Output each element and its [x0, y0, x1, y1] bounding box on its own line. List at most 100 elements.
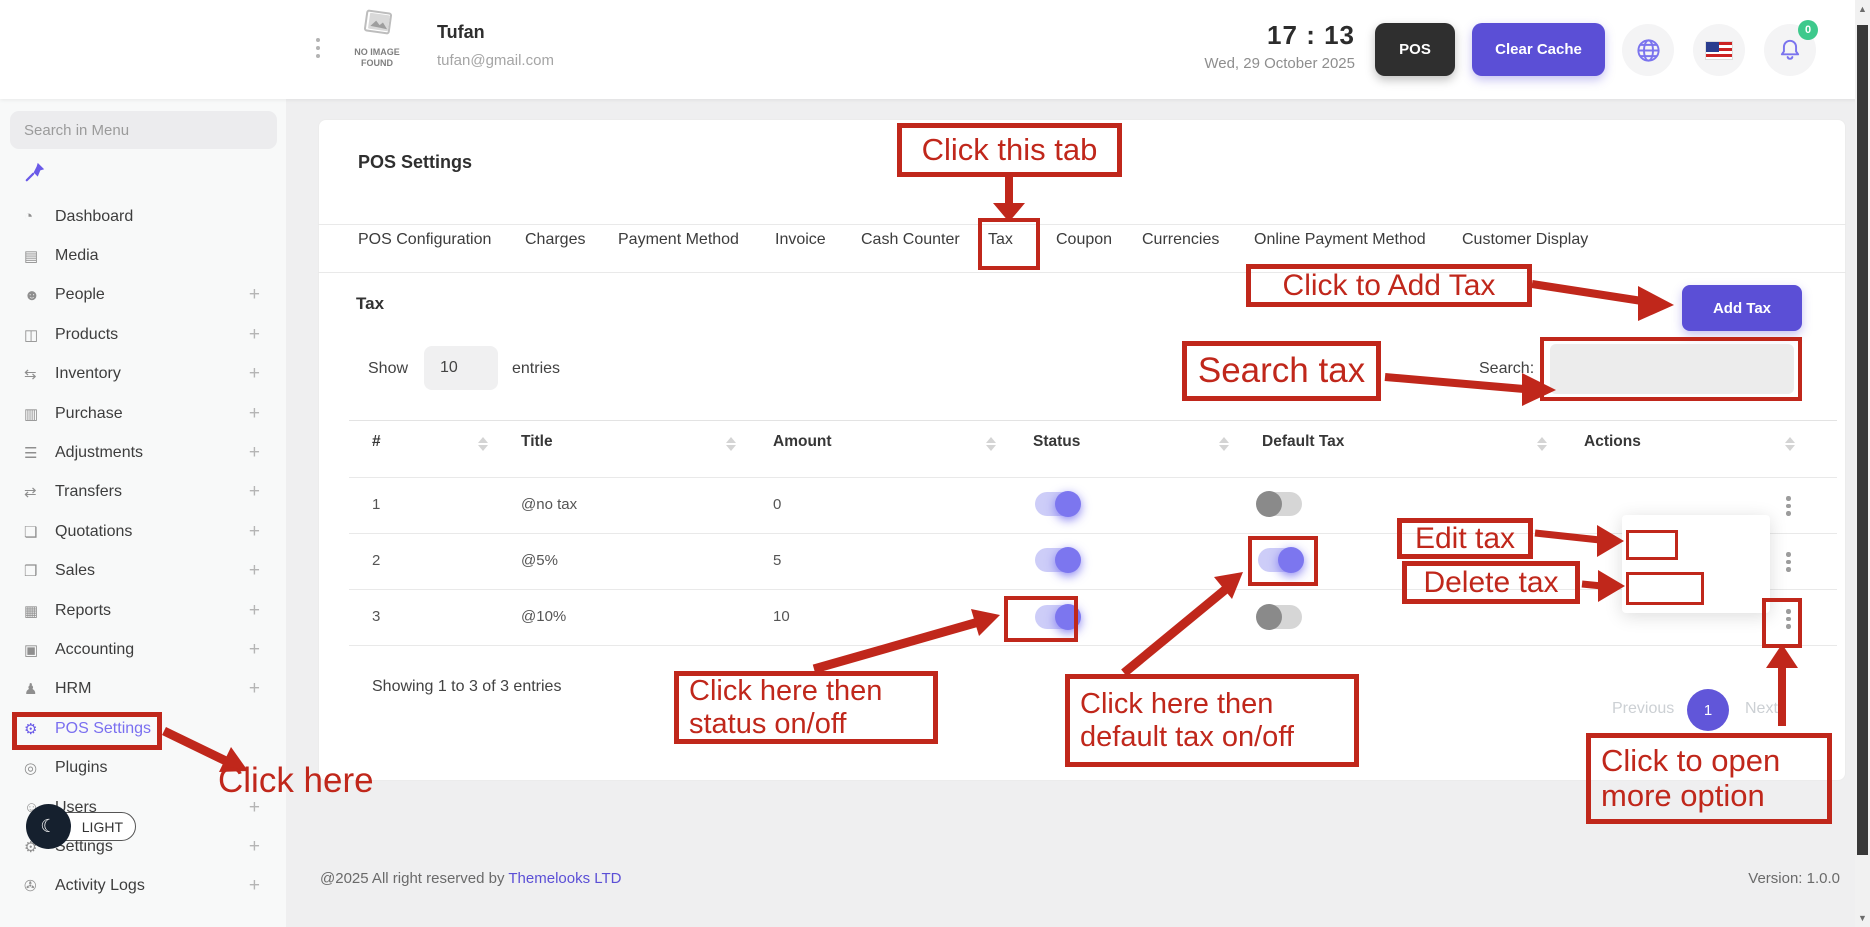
- toggle-knob: [1055, 491, 1081, 517]
- expand-plus-icon[interactable]: +: [249, 560, 260, 582]
- header-divider: [349, 477, 1837, 478]
- sidebar-item-inventory[interactable]: ⇆Inventory+: [0, 355, 286, 394]
- row-amount: 5: [773, 552, 781, 569]
- expand-plus-icon[interactable]: +: [249, 521, 260, 543]
- annotation-text: Click here then: [689, 675, 882, 707]
- sort-icon[interactable]: [1537, 437, 1547, 451]
- add-tax-button[interactable]: Add Tax: [1682, 285, 1802, 331]
- annotation-text: Click to open: [1601, 744, 1780, 779]
- sort-icon[interactable]: [1785, 437, 1795, 451]
- language-globe-button[interactable]: [1622, 24, 1674, 76]
- dark-mode-moon-icon[interactable]: ☾: [26, 804, 71, 849]
- themelooks-link[interactable]: Themelooks LTD: [508, 870, 621, 887]
- default-tax-toggle[interactable]: [1258, 605, 1302, 629]
- sidebar-item-products[interactable]: ◫Products+: [0, 315, 286, 354]
- tab-customer-display[interactable]: Customer Display: [1462, 231, 1588, 249]
- expand-plus-icon[interactable]: +: [249, 639, 260, 661]
- sidebar-item-quotations[interactable]: ❏Quotations +: [0, 512, 286, 551]
- quotations-icon: ❏: [24, 523, 55, 541]
- sidebar-item-reports[interactable]: ▦Reports+: [0, 591, 286, 630]
- annotation-text: Click here then: [1080, 688, 1273, 720]
- transfers-icon: ⇄: [24, 483, 55, 501]
- sidebar-item-transfers[interactable]: ⇄Transfers+: [0, 473, 286, 512]
- sidebar-item-label: Sales: [55, 562, 95, 580]
- pos-button[interactable]: POS: [1375, 23, 1455, 76]
- expand-plus-icon[interactable]: +: [249, 600, 260, 622]
- sidebar-item-accounting[interactable]: ▣Accounting+: [0, 630, 286, 669]
- sidebar-item-label: Dashboard: [55, 208, 133, 226]
- pin-icon[interactable]: [24, 161, 46, 188]
- scrollbar-down-arrow[interactable]: ▼: [1855, 913, 1870, 923]
- sort-icon[interactable]: [1219, 437, 1229, 451]
- avatar[interactable]: NO IMAGEFOUND: [346, 8, 408, 70]
- status-toggle[interactable]: [1035, 548, 1079, 572]
- page-scrollbar[interactable]: ▲ ▼: [1855, 0, 1870, 927]
- col-header-num[interactable]: #: [372, 433, 381, 451]
- sidebar-item-label: Products: [55, 326, 118, 344]
- row-actions-menu-icon[interactable]: [1782, 548, 1795, 576]
- copyright-label: @2025 All right reserved by: [320, 870, 508, 887]
- col-header-amount[interactable]: Amount: [773, 433, 832, 451]
- default-tax-toggle[interactable]: [1258, 492, 1302, 516]
- pagination-page-1[interactable]: 1: [1687, 689, 1729, 731]
- tab-payment-method[interactable]: Payment Method: [618, 231, 739, 249]
- clock-date: Wed, 29 October 2025: [1135, 55, 1355, 72]
- annotation-text: default tax on/off: [1080, 721, 1294, 753]
- sidebar-item-activity-logs[interactable]: ✇Activity Logs+: [0, 867, 286, 906]
- expand-plus-icon[interactable]: +: [249, 875, 260, 897]
- tabs-divider: [318, 272, 1846, 273]
- sort-icon[interactable]: [478, 437, 488, 451]
- sidebar-item-dashboard[interactable]: ◔Dashboard: [0, 197, 286, 236]
- table-summary: Showing 1 to 3 of 3 entries: [372, 678, 561, 696]
- annotation-text: Search tax: [1198, 351, 1365, 390]
- col-header-status[interactable]: Status: [1033, 433, 1080, 451]
- tab-coupon[interactable]: Coupon: [1056, 231, 1112, 249]
- sidebar-item-label: Quotations: [55, 523, 132, 541]
- sidebar-item-sales[interactable]: ❒Sales+: [0, 552, 286, 591]
- scrollbar-thumb[interactable]: [1857, 25, 1868, 855]
- annotation-edit-tax: Edit tax: [1397, 518, 1533, 559]
- col-header-title[interactable]: Title: [521, 433, 553, 451]
- tab-online-payment-method[interactable]: Online Payment Method: [1254, 231, 1426, 249]
- sort-icon[interactable]: [726, 437, 736, 451]
- expand-plus-icon[interactable]: +: [249, 481, 260, 503]
- row-actions-menu-icon[interactable]: [1782, 492, 1795, 520]
- tab-charges[interactable]: Charges: [525, 231, 585, 249]
- expand-plus-icon[interactable]: +: [249, 678, 260, 700]
- clear-cache-button[interactable]: Clear Cache: [1472, 23, 1605, 76]
- expand-plus-icon[interactable]: +: [249, 442, 260, 464]
- status-toggle[interactable]: [1035, 492, 1079, 516]
- tax-section-title: Tax: [356, 294, 384, 314]
- no-image-text-2: FOUND: [361, 58, 393, 68]
- expand-plus-icon[interactable]: +: [249, 403, 260, 425]
- sort-icon[interactable]: [986, 437, 996, 451]
- sidebar-item-hrm[interactable]: ♟HRM+: [0, 670, 286, 709]
- purchase-icon: ▥: [24, 405, 55, 423]
- locale-flag-button[interactable]: [1693, 24, 1745, 76]
- tab-invoice[interactable]: Invoice: [775, 231, 826, 249]
- col-header-default-tax[interactable]: Default Tax: [1262, 433, 1344, 451]
- sidebar-item-media[interactable]: ▤Media: [0, 236, 286, 275]
- page-title: POS Settings: [358, 152, 472, 173]
- tab-pos-configuration[interactable]: POS Configuration: [358, 231, 491, 249]
- search-label: Search:: [1479, 360, 1534, 378]
- pagination-previous[interactable]: Previous: [1612, 700, 1674, 718]
- expand-plus-icon[interactable]: +: [249, 836, 260, 858]
- col-header-actions[interactable]: Actions: [1584, 433, 1641, 451]
- sidebar-search-input[interactable]: [10, 111, 277, 149]
- sidebar-item-people[interactable]: ☻People+: [0, 276, 286, 315]
- entries-select[interactable]: 10: [424, 346, 498, 390]
- expand-plus-icon[interactable]: +: [249, 284, 260, 306]
- annotation-text: Edit tax: [1415, 522, 1515, 556]
- expand-plus-icon[interactable]: +: [249, 363, 260, 385]
- entries-label: entries: [512, 360, 560, 378]
- scrollbar-up-arrow[interactable]: ▲: [1855, 4, 1870, 14]
- tab-cash-counter[interactable]: Cash Counter: [861, 231, 960, 249]
- pagination-next[interactable]: Next: [1745, 700, 1778, 718]
- sidebar-item-purchase[interactable]: ▥Purchase+: [0, 394, 286, 433]
- header-menu-dots-icon[interactable]: [316, 38, 320, 58]
- notifications-button[interactable]: 0: [1764, 24, 1816, 76]
- expand-plus-icon[interactable]: +: [249, 324, 260, 346]
- tab-currencies[interactable]: Currencies: [1142, 231, 1219, 249]
- sidebar-item-adjustments[interactable]: ☰Adjustments+: [0, 433, 286, 472]
